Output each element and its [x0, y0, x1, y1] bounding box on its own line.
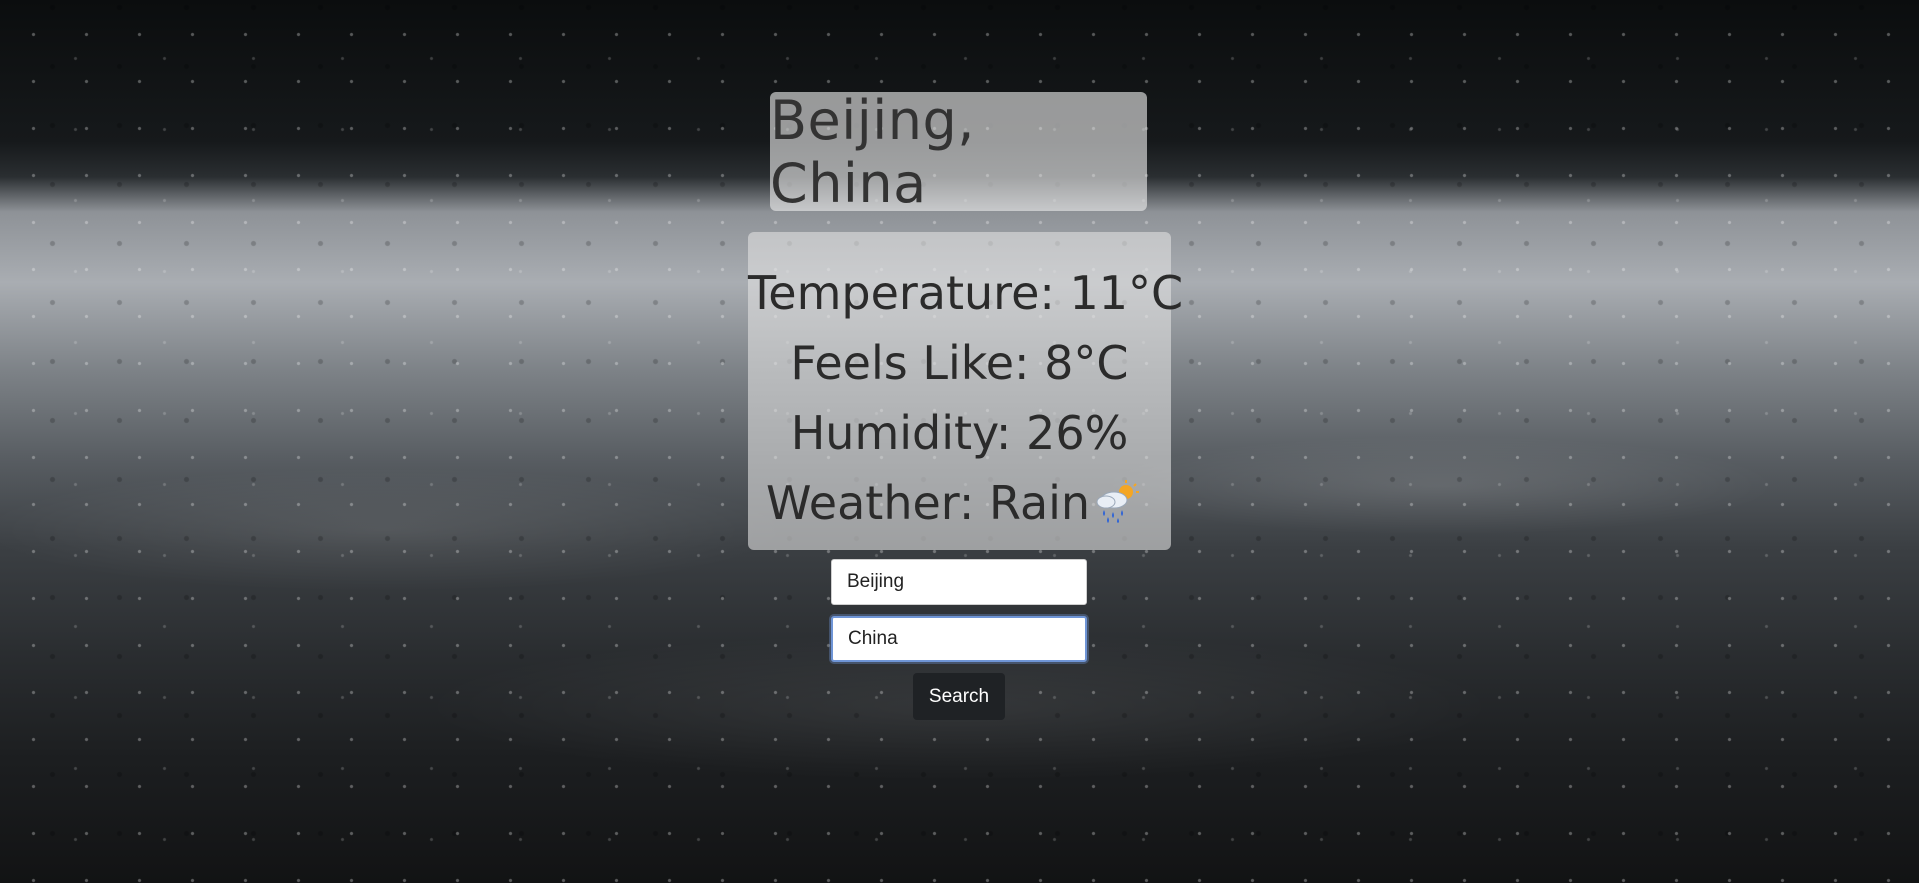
weather-info-card: Temperature: 11°C Feels Like: 8°C Humidi…: [748, 232, 1184, 550]
country-input[interactable]: [831, 616, 1087, 662]
search-button[interactable]: Search: [913, 673, 1005, 720]
temperature-text: Temperature: 11°C: [748, 266, 1184, 320]
location-card: Beijing, China: [770, 89, 1147, 215]
search-form: [831, 559, 1087, 662]
feels-like-text: Feels Like: 8°C: [790, 336, 1129, 390]
weather-condition-row: Weather: Rain: [748, 468, 1171, 538]
location-title: Beijing, China: [770, 88, 975, 215]
rain-sun-icon: [1096, 480, 1139, 523]
humidity-text: Humidity: 26%: [790, 406, 1129, 460]
city-input[interactable]: [831, 559, 1087, 605]
weather-condition-text: Weather: Rain: [766, 476, 1091, 530]
